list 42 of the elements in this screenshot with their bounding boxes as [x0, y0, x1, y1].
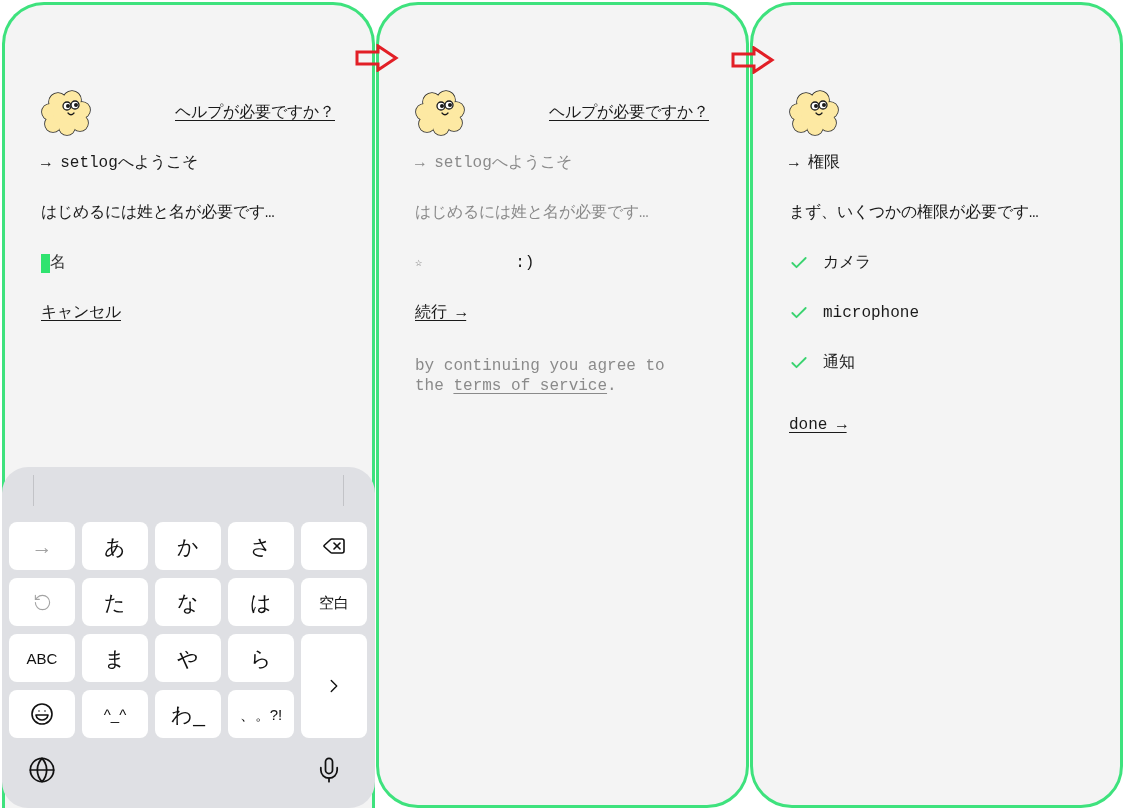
- action-link[interactable]: done →: [789, 413, 847, 437]
- action-link[interactable]: 続行 →: [415, 301, 467, 325]
- keyboard-key[interactable]: か: [155, 522, 221, 570]
- prompt-text: はじめるには姓と名が必要です…: [415, 203, 649, 224]
- globe-icon[interactable]: [28, 756, 56, 784]
- cloud-face-icon: [41, 89, 91, 137]
- keyboard-key[interactable]: わ_: [155, 690, 221, 738]
- keyboard-key[interactable]: な: [155, 578, 221, 626]
- right-arrow-icon: [731, 46, 775, 74]
- keyboard-key[interactable]: [9, 690, 75, 738]
- keyboard-key[interactable]: ら: [228, 634, 294, 682]
- keyboard-key[interactable]: 空白: [301, 578, 367, 626]
- name-input-field[interactable]: 名: [50, 251, 250, 275]
- terms-text: by continuing you agree to the terms of service.: [415, 356, 666, 396]
- keyboard-key[interactable]: た: [82, 578, 148, 626]
- help-link[interactable]: ヘルプが必要ですか？: [549, 101, 709, 125]
- cloud-face-icon: [415, 89, 465, 137]
- help-link[interactable]: ヘルプが必要ですか？: [175, 101, 335, 125]
- keyboard-key[interactable]: は: [228, 578, 294, 626]
- keyboard-key[interactable]: や: [155, 634, 221, 682]
- keyboard-key[interactable]: ^_^: [82, 690, 148, 738]
- action-link[interactable]: キャンセル: [41, 301, 121, 325]
- heading-text: → setlogへようこそ: [415, 153, 572, 174]
- keyboard-key[interactable]: ABC: [9, 634, 75, 682]
- undo-icon: [32, 592, 52, 612]
- keyboard-key[interactable]: あ: [82, 522, 148, 570]
- permission-label: 通知: [823, 352, 855, 374]
- right-arrow-icon: [355, 44, 399, 72]
- keyboard-key[interactable]: 、。?!: [228, 690, 294, 738]
- keyboard-key[interactable]: さ: [228, 522, 294, 570]
- cloud-face-icon: [789, 89, 839, 137]
- star-marker-text: ☆: [415, 255, 423, 272]
- grinning-face-icon: [30, 702, 54, 726]
- prompt-text: まず、いくつかの権限が必要です…: [789, 203, 1039, 224]
- name-text: :): [515, 253, 535, 274]
- permission-label: カメラ: [823, 253, 871, 274]
- keyboard-key[interactable]: [301, 522, 367, 570]
- prompt-text: はじめるには姓と名が必要です…: [41, 203, 275, 224]
- keyboard-key[interactable]: ま: [82, 634, 148, 682]
- heading-text: → 権限: [789, 153, 841, 174]
- permission-label: microphone: [823, 303, 919, 324]
- heading-text: → setlogへようこそ: [41, 153, 198, 174]
